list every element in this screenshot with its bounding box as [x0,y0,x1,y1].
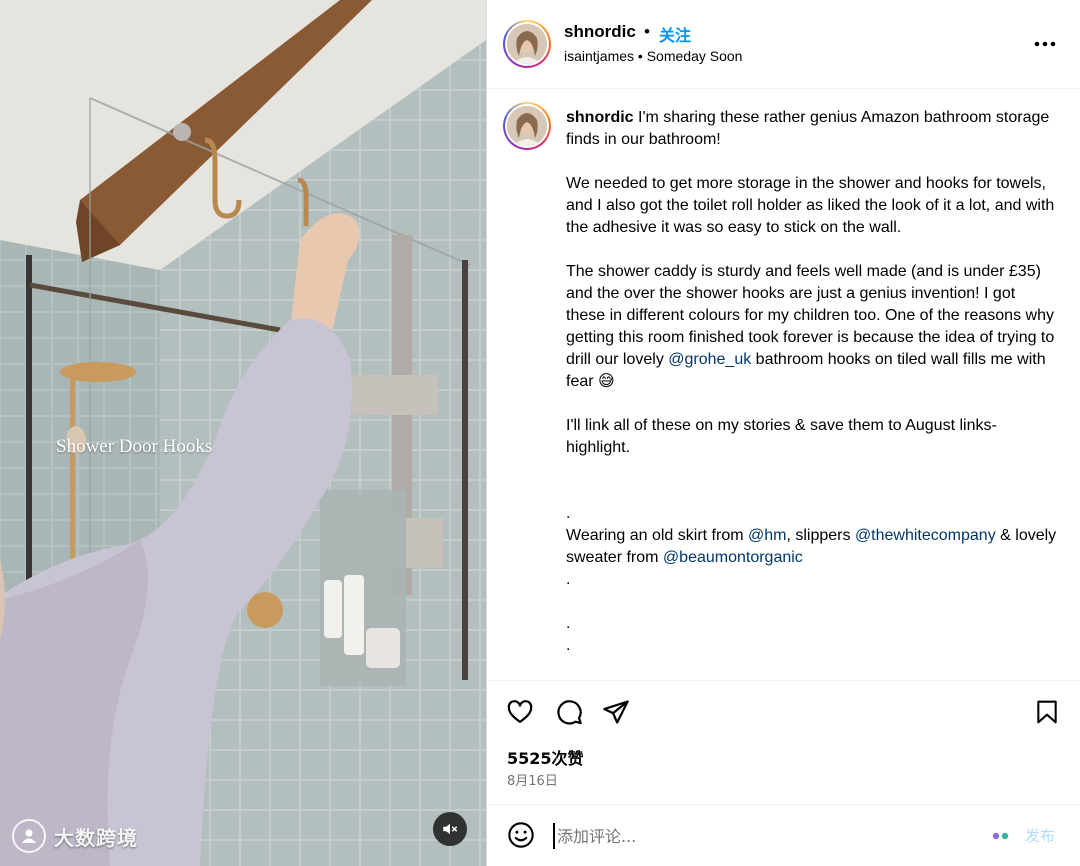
post-comment-button[interactable]: 发布 [1025,825,1055,846]
caption-text-segment: I'm sharing these rather genius Amazon b… [566,109,1055,368]
like-button[interactable] [505,697,535,727]
media-overlay-text: Shower Door Hooks [56,436,213,457]
avatar-photo [507,106,547,146]
audio-attribution[interactable]: isaintjames • Someday Soon [564,48,742,64]
speaker-muted-icon [443,823,458,835]
emoji-icon [508,822,534,848]
typing-indicator-icon [992,832,1009,840]
avatar-photo [507,24,547,64]
mention-link[interactable]: @beaumontorganic [663,549,803,566]
caption-scroll-area[interactable]: shnordic I'm sharing these rather genius… [487,90,1080,680]
likes-count[interactable]: 5525次赞 [507,745,584,769]
caption-avatar[interactable] [503,102,551,150]
watermark: 大数跨境 [12,816,138,856]
share-button[interactable] [601,697,631,727]
author-avatar[interactable] [503,20,551,68]
more-horizontal-icon [1034,41,1056,47]
emoji-button[interactable] [507,821,537,851]
paper-plane-icon [603,700,629,724]
post-date: 8月16日 [507,774,558,789]
caption-username[interactable]: shnordic [566,109,634,126]
action-bar: 5525次赞 8月16日 [487,680,1080,804]
comment-button[interactable] [554,697,584,727]
comment-bar: 发布 [487,804,1080,866]
post-caption: shnordic I'm sharing these rather genius… [566,107,1058,680]
mention-link[interactable]: @grohe_uk [668,351,751,368]
post-header: shnordic • 关注 isaintjames • Someday Soon [487,0,1080,89]
mention-link[interactable]: @hm [748,527,786,544]
separator-dot: • [644,22,650,41]
heart-icon [507,700,533,724]
post-detail-panel: shnordic • 关注 isaintjames • Someday Soon [486,0,1080,866]
caption-text-segment: , slippers [786,527,855,544]
bathroom-photo [0,0,486,866]
bookmark-icon [1037,700,1057,724]
caption-text-segment: . . . . [566,571,571,654]
comment-icon [557,700,582,725]
watermark-logo-icon [12,819,46,853]
author-username[interactable]: shnordic [564,22,636,42]
follow-button[interactable]: 关注 [659,22,691,46]
more-options-button[interactable] [1033,32,1057,56]
mention-link[interactable]: @thewhitecompany [855,527,996,544]
caption-body: I'm sharing these rather genius Amazon b… [566,109,1061,680]
watermark-text: 大数跨境 [54,825,138,850]
comment-input[interactable] [553,823,973,849]
save-button[interactable] [1032,697,1062,727]
mute-button[interactable] [433,812,467,846]
caption-text-segment: bathroom hooks on tiled wall fills me wi… [566,351,1046,544]
post-media[interactable]: Shower Door Hooks 大数跨境 [0,0,486,866]
